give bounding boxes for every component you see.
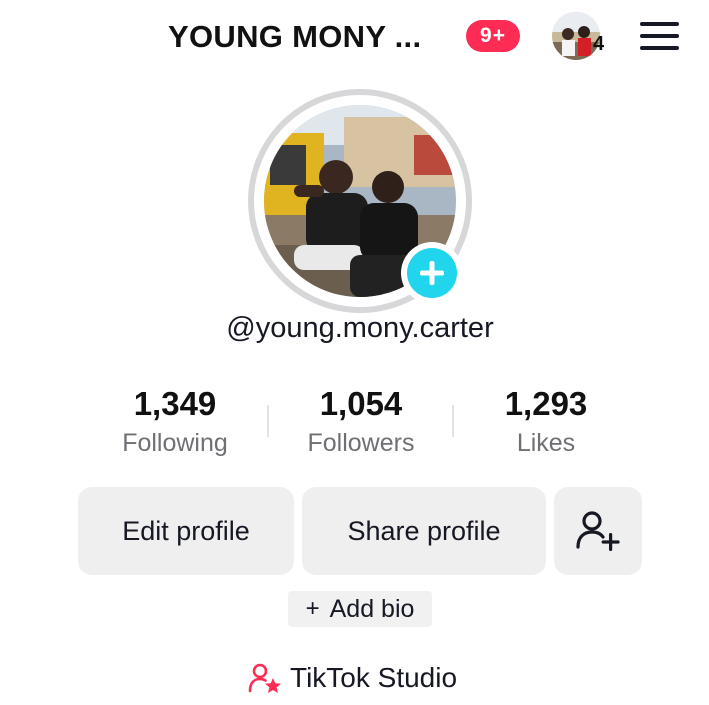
following-count: 1,349 [133, 385, 217, 422]
plus-icon: + [305, 595, 320, 622]
stat-likes[interactable]: 1,293 Likes [451, 384, 641, 459]
add-bio-label: Add bio [329, 594, 415, 623]
edit-profile-button[interactable]: Edit profile [78, 487, 294, 575]
add-avatar-button[interactable] [401, 242, 463, 304]
add-friend-button[interactable] [554, 487, 642, 575]
profile-title[interactable]: YOUNG MONY ... [168, 16, 421, 58]
story-count: 4 [593, 33, 605, 55]
notification-badge[interactable]: 9+ [466, 20, 520, 52]
tiktok-studio-link[interactable]: TikTok Studio [248, 658, 457, 698]
followers-count: 1,054 [319, 385, 403, 422]
add-bio-button[interactable]: + Add bio [288, 591, 432, 627]
username: @young.mony.carter [226, 312, 494, 344]
person-star-icon [248, 663, 281, 693]
likes-label: Likes [516, 429, 576, 457]
stat-followers[interactable]: 1,054 Followers [266, 384, 456, 459]
hamburger-menu-icon[interactable] [640, 22, 680, 52]
plus-circle-icon [407, 248, 457, 298]
share-profile-button[interactable]: Share profile [302, 487, 546, 575]
followers-label: Followers [307, 429, 415, 457]
person-plus-icon [576, 511, 620, 551]
likes-count: 1,293 [504, 385, 588, 422]
following-label: Following [122, 429, 228, 457]
stat-following[interactable]: 1,349 Following [80, 384, 270, 459]
tiktok-studio-label: TikTok Studio [290, 662, 458, 693]
